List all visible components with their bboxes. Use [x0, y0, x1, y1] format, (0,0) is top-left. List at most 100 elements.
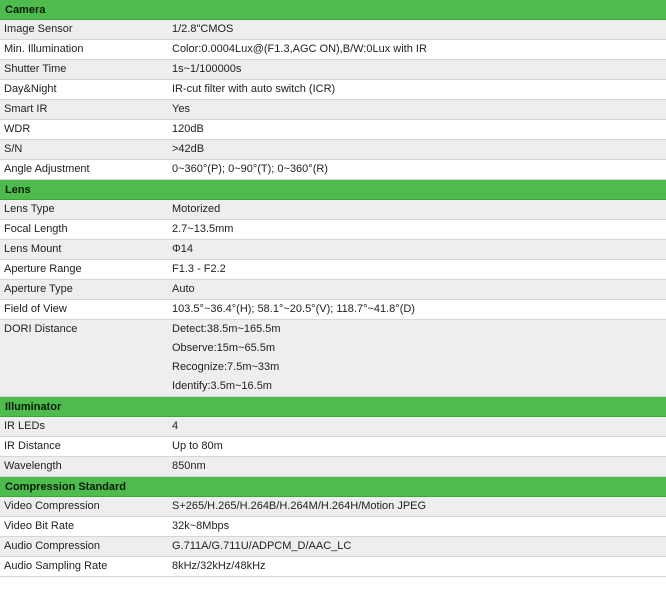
spec-row: DORI Distance Detect:38.5m~165.5m Observe:…: [0, 320, 666, 397]
spec-value: Φ14: [168, 240, 666, 259]
spec-value: 850nm: [168, 457, 666, 476]
spec-key: Aperture Type: [0, 280, 168, 299]
spec-value-text: Detect:38.5m~165.5m: [172, 323, 281, 335]
spec-key: Video Bit Rate: [0, 517, 168, 536]
spec-row: Wavelength 850nm: [0, 457, 666, 477]
section-header: Compression Standard: [0, 477, 666, 497]
spec-value: Yes: [168, 100, 666, 119]
spec-key-text: Aperture Type: [4, 283, 73, 295]
spec-key: Focal Length: [0, 220, 168, 239]
spec-value: 4: [168, 417, 666, 436]
spec-key-text: Day&Night: [4, 83, 57, 95]
spec-key: Min. Illumination: [0, 40, 168, 59]
spec-key-text: IR LEDs: [4, 420, 45, 432]
spec-key: Angle Adjustment: [0, 160, 168, 179]
spec-value: 32k~8Mbps: [168, 517, 666, 536]
spec-value-text: Identify:3.5m~16.5m: [172, 380, 272, 392]
spec-key-text: Wavelength: [4, 460, 62, 472]
spec-value-text: Up to 80m: [172, 440, 223, 452]
spec-value: >42dB: [168, 140, 666, 159]
spec-row: IR LEDs 4: [0, 417, 666, 437]
spec-value-text: 4: [172, 420, 179, 432]
spec-row: Audio Sampling Rate 8kHz/32kHz/48kHz: [0, 557, 666, 577]
spec-key: Day&Night: [0, 80, 168, 99]
section-header: Camera: [0, 0, 666, 20]
spec-key-text: Focal Length: [4, 223, 68, 235]
spec-value-text: Yes: [172, 103, 190, 115]
spec-key-text: Audio Compression: [4, 540, 100, 552]
spec-value-text: Color:0.0004Lux@(F1.3,AGC ON),B/W:0Lux w…: [172, 43, 427, 55]
spec-row: Video Bit Rate 32k~8Mbps: [0, 517, 666, 537]
spec-row: Aperture Type Auto: [0, 280, 666, 300]
spec-key: Wavelength: [0, 457, 168, 476]
spec-key-text: Lens Mount: [4, 243, 62, 255]
spec-key: Image Sensor: [0, 20, 168, 39]
spec-row: S/N >42dB: [0, 140, 666, 160]
spec-row: Smart IR Yes: [0, 100, 666, 120]
spec-key: DORI Distance: [0, 320, 168, 396]
spec-table: Camera Image Sensor 1/2.8"CMOS Min. Illumin…: [0, 0, 666, 577]
spec-value: Auto: [168, 280, 666, 299]
spec-value: 103.5°~36.4°(H); 58.1°~20.5°(V); 118.7°~…: [168, 300, 666, 319]
spec-value-text: Recognize:7.5m~33m: [172, 361, 280, 373]
spec-value-text: Φ14: [172, 243, 194, 255]
spec-value-text: 0~360°(P); 0~90°(T); 0~360°(R): [172, 163, 328, 175]
spec-value-text: Observe:15m~65.5m: [172, 342, 276, 354]
spec-value-text: F1.3 - F2.2: [172, 263, 226, 275]
spec-key-text: S/N: [4, 143, 23, 155]
spec-key: Smart IR: [0, 100, 168, 119]
spec-key-text: Video Bit Rate: [4, 520, 75, 532]
spec-value: 1s~1/100000s: [168, 60, 666, 79]
spec-value-text: 8kHz/32kHz/48kHz: [172, 560, 266, 572]
spec-row: Field of View 103.5°~36.4°(H); 58.1°~20.5…: [0, 300, 666, 320]
spec-row: Day&Night IR-cut filter with auto switch …: [0, 80, 666, 100]
spec-key-text: Smart IR: [4, 103, 48, 115]
spec-row: Lens Mount Φ14: [0, 240, 666, 260]
spec-row: Image Sensor 1/2.8"CMOS: [0, 20, 666, 40]
spec-row: WDR 120dB: [0, 120, 666, 140]
spec-value-text: 850nm: [172, 460, 206, 472]
spec-value: S+265/H.265/H.264B/H.264M/H.264H/Motion …: [168, 497, 666, 516]
spec-key-text: Lens Type: [4, 203, 55, 215]
spec-key: Video Compression: [0, 497, 168, 516]
spec-value-text: 120dB: [172, 123, 204, 135]
spec-value: G.711A/G.711U/ADPCM_D/AAC_LC: [168, 537, 666, 556]
section-header: Illuminator: [0, 397, 666, 417]
spec-key-text: IR Distance: [4, 440, 61, 452]
spec-value: Color:0.0004Lux@(F1.3,AGC ON),B/W:0Lux w…: [168, 40, 666, 59]
spec-value: Detect:38.5m~165.5m Observe:15m~65.5m Reco…: [168, 320, 666, 396]
spec-value-text: 1/2.8"CMOS: [172, 23, 234, 35]
spec-row: Angle Adjustment 0~360°(P); 0~90°(T); 0~3…: [0, 160, 666, 180]
spec-row: IR Distance Up to 80m: [0, 437, 666, 457]
spec-value-text: Auto: [172, 283, 195, 295]
spec-row: Aperture Range F1.3 - F2.2: [0, 260, 666, 280]
spec-key-text: Field of View: [4, 303, 67, 315]
spec-key-text: Shutter Time: [4, 63, 67, 75]
spec-key: Lens Type: [0, 200, 168, 219]
spec-value-text: G.711A/G.711U/ADPCM_D/AAC_LC: [172, 540, 352, 552]
spec-key-text: DORI Distance: [4, 323, 78, 335]
spec-value: 120dB: [168, 120, 666, 139]
spec-key: Shutter Time: [0, 60, 168, 79]
spec-value-text: 103.5°~36.4°(H); 58.1°~20.5°(V); 118.7°~…: [172, 303, 415, 315]
spec-row: Video Compression S+265/H.265/H.264B/H.26…: [0, 497, 666, 517]
spec-key: WDR: [0, 120, 168, 139]
spec-row: Audio Compression G.711A/G.711U/ADPCM_D/A…: [0, 537, 666, 557]
spec-value: 8kHz/32kHz/48kHz: [168, 557, 666, 576]
spec-value-text: >42dB: [172, 143, 205, 155]
spec-key: IR LEDs: [0, 417, 168, 436]
spec-key: Audio Compression: [0, 537, 168, 556]
spec-key: S/N: [0, 140, 168, 159]
spec-key-text: WDR: [4, 123, 31, 135]
spec-key: IR Distance: [0, 437, 168, 456]
spec-value-text: Motorized: [172, 203, 221, 215]
spec-value: 0~360°(P); 0~90°(T); 0~360°(R): [168, 160, 666, 179]
spec-key: Lens Mount: [0, 240, 168, 259]
spec-value: 1/2.8"CMOS: [168, 20, 666, 39]
spec-key-text: Angle Adjustment: [4, 163, 90, 175]
spec-value-text: 1s~1/100000s: [172, 63, 242, 75]
spec-value-text: 2.7~13.5mm: [172, 223, 234, 235]
spec-row: Shutter Time 1s~1/100000s: [0, 60, 666, 80]
spec-key: Audio Sampling Rate: [0, 557, 168, 576]
spec-row: Min. Illumination Color:0.0004Lux@(F1.3,A…: [0, 40, 666, 60]
